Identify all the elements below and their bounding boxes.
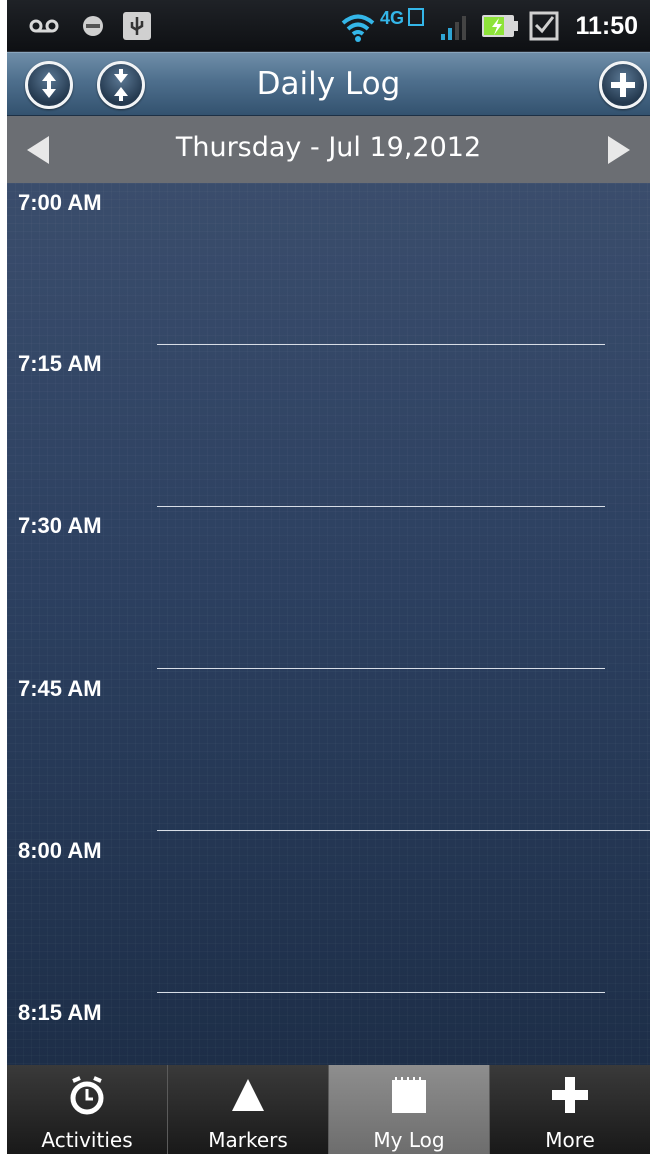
add-entry-button[interactable] bbox=[599, 61, 647, 109]
4g-lte-icon bbox=[408, 8, 424, 26]
signal-icon bbox=[441, 16, 466, 40]
plus-icon bbox=[552, 1077, 588, 1113]
time-slot-divider bbox=[157, 830, 650, 831]
wifi-icon bbox=[341, 14, 375, 42]
notepad-icon bbox=[392, 1077, 426, 1113]
voicemail-icon bbox=[29, 19, 59, 33]
phone-screen: 4G 11:50 Daily Log Thursday - Jul 19,201… bbox=[7, 0, 650, 1154]
tab-my-log[interactable]: My Log bbox=[329, 1065, 490, 1154]
time-slot-label: 8:15 AM bbox=[18, 1000, 102, 1025]
time-slot-divider bbox=[157, 506, 605, 507]
time-slot-divider bbox=[157, 668, 605, 669]
date-navigation-bar: Thursday - Jul 19,2012 bbox=[7, 116, 650, 183]
tab-more[interactable]: More bbox=[490, 1065, 650, 1154]
bottom-tab-bar: Activities Markers My Log More bbox=[7, 1065, 650, 1154]
arrow-right-icon bbox=[608, 136, 630, 164]
status-bar: 4G 11:50 bbox=[7, 0, 650, 52]
tab-label: More bbox=[545, 1128, 595, 1152]
tab-activities[interactable]: Activities bbox=[7, 1065, 168, 1154]
clock-time: 11:50 bbox=[575, 12, 638, 40]
notification-dot-icon bbox=[83, 16, 103, 36]
checkbox-notification-icon bbox=[529, 11, 559, 41]
current-date-label: Thursday - Jul 19,2012 bbox=[175, 132, 482, 163]
title-bar: Daily Log bbox=[7, 52, 650, 116]
tab-label: My Log bbox=[373, 1128, 445, 1152]
battery-charging-icon bbox=[482, 15, 518, 37]
time-slot-label: 7:45 AM bbox=[18, 676, 102, 701]
next-day-button[interactable] bbox=[604, 134, 634, 166]
add-icon bbox=[611, 73, 635, 97]
time-slot-label: 7:30 AM bbox=[18, 513, 102, 538]
time-slot-label: 7:00 AM bbox=[18, 190, 102, 215]
usb-icon bbox=[123, 12, 151, 40]
time-slot-divider bbox=[157, 344, 605, 345]
tab-label: Markers bbox=[208, 1128, 288, 1152]
time-slot-divider bbox=[157, 992, 605, 993]
daily-log-timeline[interactable]: 7:00 AM 7:15 AM 7:30 AM 7:45 AM 8:00 AM … bbox=[7, 183, 650, 1065]
page-title: Daily Log bbox=[256, 66, 401, 102]
time-slot-label: 8:00 AM bbox=[18, 838, 102, 863]
stopwatch-icon bbox=[70, 1076, 104, 1115]
time-slot-label: 7:15 AM bbox=[18, 351, 102, 376]
tab-markers[interactable]: Markers bbox=[168, 1065, 329, 1154]
network-type-label: 4G bbox=[380, 8, 405, 28]
tab-label: Activities bbox=[41, 1128, 133, 1152]
triangle-marker-icon bbox=[232, 1079, 264, 1111]
